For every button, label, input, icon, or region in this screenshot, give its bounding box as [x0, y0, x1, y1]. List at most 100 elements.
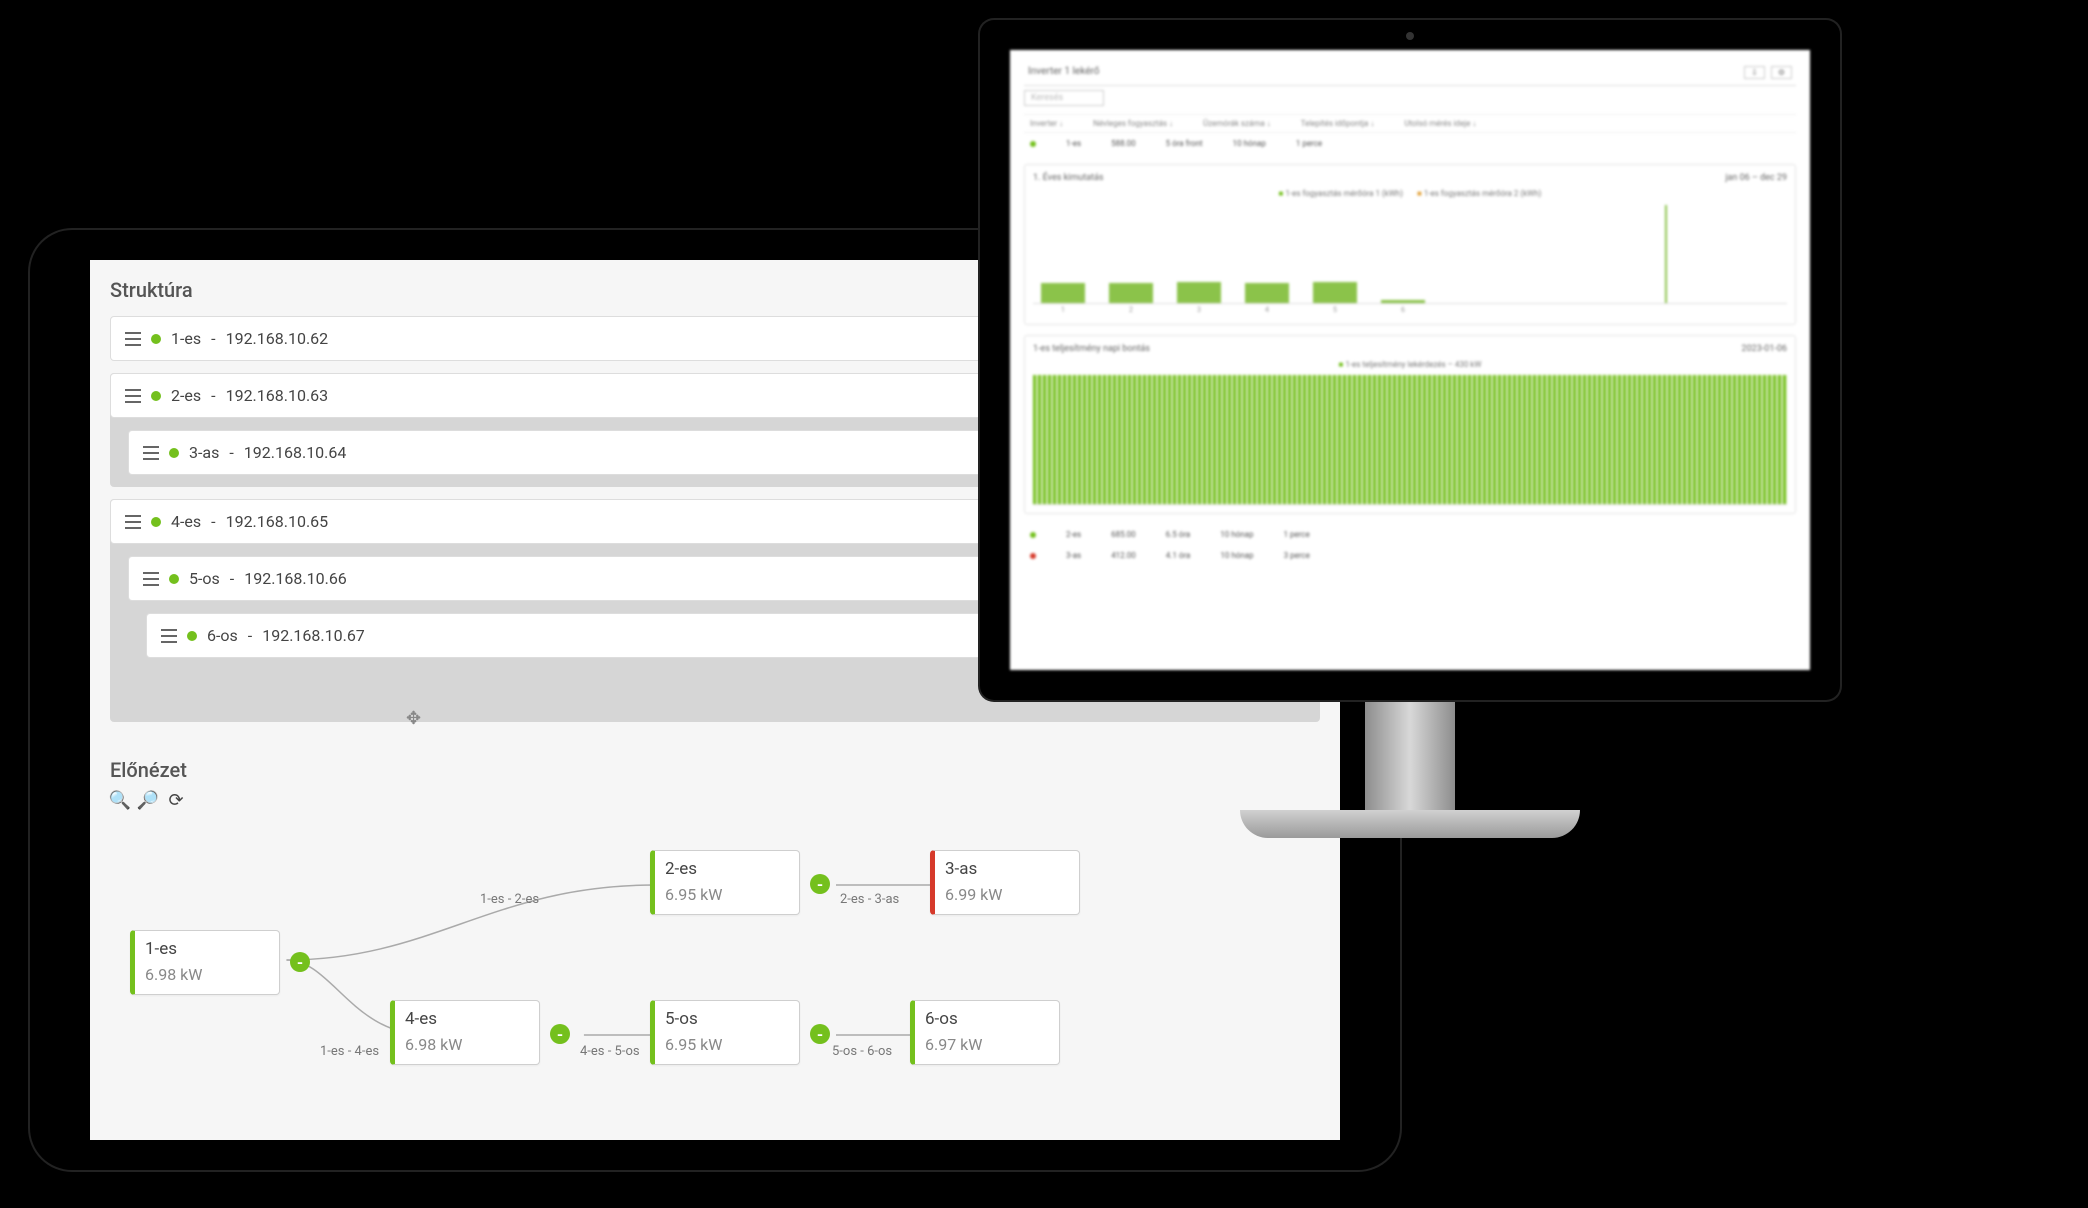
diagram-node-2es[interactable]: 2-es 6.95 kW — [650, 850, 800, 915]
status-dot-icon — [187, 631, 197, 641]
chart-legend: 1-es teljesítmény lekérdezés – 430 kW — [1033, 360, 1787, 369]
cell: 3 perce — [1284, 551, 1310, 560]
monitor-screen: Inverter 1 lekérő ⇩ ⚙ Keresés Inverter ↓… — [1010, 50, 1810, 670]
status-dot-icon — [151, 517, 161, 527]
node-title: 5-os — [665, 1009, 785, 1029]
camera-dot-icon — [1406, 32, 1414, 40]
diagram-node-6os[interactable]: 6-os 6.97 kW — [910, 1000, 1060, 1065]
col[interactable]: Inverter ↓ — [1030, 119, 1063, 128]
cell: 5 óra front — [1166, 139, 1203, 148]
node-value: 6.95 kW — [665, 885, 785, 904]
legend-item: 1-es teljesítmény lekérdezés – 430 kW — [1339, 360, 1482, 369]
dash: - — [229, 443, 233, 462]
chart-card-daily: 1-es teljesítmény napi bontás 2023-01-06… — [1024, 335, 1796, 514]
edge-label: 4-es - 5-os — [580, 1044, 640, 1059]
bar-chart — [1033, 204, 1787, 304]
chart-range: 2023-01-06 — [1742, 344, 1787, 354]
node-title: 6-os — [925, 1009, 1045, 1029]
structure-row-name: 2-es — [171, 386, 201, 405]
structure-row-ip: 192.168.10.65 — [226, 512, 329, 531]
page-header: Inverter 1 lekérő ⇩ ⚙ — [1024, 64, 1796, 86]
drag-handle-icon[interactable] — [125, 332, 141, 346]
table-row[interactable]: 2-es 685.00 6.5 óra 10 hónap 1 perce — [1024, 524, 1796, 545]
chart-card-yearly: 1. Éves kimutatás jan 06 – dec 29 1-es f… — [1024, 164, 1796, 325]
cell: 2-es — [1066, 530, 1081, 539]
bar — [1177, 282, 1221, 303]
preview-diagram[interactable]: 1-es 6.98 kW - 2-es 6.95 kW - 3-as 6.99 … — [110, 830, 1320, 1130]
structure-row-name: 6-os — [207, 626, 238, 645]
diagram-node-5os[interactable]: 5-os 6.95 kW — [650, 1000, 800, 1065]
node-value: 6.98 kW — [405, 1035, 525, 1054]
cell: 1-es — [1066, 139, 1081, 148]
cell: 6.5 óra — [1166, 530, 1191, 539]
drag-handle-icon[interactable] — [125, 515, 141, 529]
connector-dot-icon[interactable]: - — [290, 952, 310, 972]
chart-range: jan 06 – dec 29 — [1725, 173, 1787, 183]
table-row[interactable]: 3-as 412.00 4.1 óra 10 hónap 3 perce — [1024, 545, 1796, 566]
drag-handle-icon[interactable] — [161, 629, 177, 643]
settings-button[interactable]: ⚙ — [1771, 66, 1792, 79]
monitor-base — [1240, 810, 1580, 838]
line-chart — [1033, 375, 1787, 505]
chart-title: 1. Éves kimutatás — [1033, 173, 1104, 183]
cell: 3-as — [1066, 551, 1081, 560]
cell: 10 hónap — [1220, 530, 1253, 539]
table-row[interactable]: 1-es 588.00 5 óra front 10 hónap 1 perce — [1024, 133, 1796, 154]
status-dot-icon — [151, 391, 161, 401]
connector-dot-icon[interactable]: - — [810, 1024, 830, 1044]
status-dot-icon — [151, 334, 161, 344]
node-title: 3-as — [945, 859, 1065, 879]
structure-row-ip: 192.168.10.67 — [262, 626, 365, 645]
move-cursor-icon: ✥ — [406, 708, 421, 729]
connector-dot-icon[interactable]: - — [550, 1024, 570, 1044]
dash: - — [230, 569, 234, 588]
drag-handle-icon[interactable] — [143, 572, 159, 586]
structure-row-ip: 192.168.10.64 — [244, 443, 347, 462]
structure-row-name: 1-es — [171, 329, 201, 348]
legend-item: 1-es fogyasztás mérőóra 2 (kWh) — [1417, 189, 1541, 198]
diagram-node-4es[interactable]: 4-es 6.98 kW — [390, 1000, 540, 1065]
reset-icon[interactable]: ⟳ — [166, 790, 186, 810]
bar — [1245, 283, 1289, 303]
cell: 588.00 — [1111, 139, 1136, 148]
cell: 1 perce — [1296, 139, 1322, 148]
connector-dot-icon[interactable]: - — [810, 874, 830, 894]
monitor-neck — [1365, 700, 1455, 810]
node-title: 2-es — [665, 859, 785, 879]
col[interactable]: Névleges fogyasztás ↓ — [1093, 119, 1173, 128]
col[interactable]: Telepítés időpontja ↓ — [1301, 119, 1375, 128]
zoom-out-icon[interactable]: 🔎 — [138, 790, 158, 810]
drag-handle-icon[interactable] — [143, 446, 159, 460]
dash: - — [211, 329, 215, 348]
chart-legend: 1-es fogyasztás mérőóra 1 (kWh) 1-es fog… — [1033, 189, 1787, 198]
col[interactable]: Utolsó mérés ideje ↓ — [1404, 119, 1476, 128]
monitor-bezel: Inverter 1 lekérő ⇩ ⚙ Keresés Inverter ↓… — [980, 20, 1840, 700]
col[interactable]: Üzemórák száma ↓ — [1203, 119, 1271, 128]
header-actions: ⇩ ⚙ — [1744, 66, 1792, 79]
page-title: Inverter 1 lekérő — [1028, 66, 1100, 79]
bar — [1041, 283, 1085, 303]
cell: 1 perce — [1283, 530, 1309, 539]
export-button[interactable]: ⇩ — [1744, 66, 1765, 79]
cell: 412.00 — [1111, 551, 1136, 560]
node-title: 4-es — [405, 1009, 525, 1029]
bar — [1109, 283, 1153, 303]
edge-label: 1-es - 2-es — [480, 892, 539, 907]
cell: 10 hónap — [1233, 139, 1266, 148]
zoom-in-icon[interactable]: 🔍 — [110, 790, 130, 810]
structure-row-ip: 192.168.10.66 — [244, 569, 347, 588]
status-dot-icon — [169, 574, 179, 584]
status-dot-icon — [1030, 553, 1036, 559]
monitor-device: Inverter 1 lekérő ⇩ ⚙ Keresés Inverter ↓… — [980, 20, 1840, 860]
search-input[interactable]: Keresés — [1024, 90, 1104, 106]
structure-row-name: 3-as — [189, 443, 219, 462]
node-value: 6.95 kW — [665, 1035, 785, 1054]
node-value: 6.99 kW — [945, 885, 1065, 904]
drag-handle-icon[interactable] — [125, 389, 141, 403]
dash: - — [211, 386, 215, 405]
bar — [1381, 300, 1425, 303]
dash: - — [248, 626, 252, 645]
diagram-node-1es[interactable]: 1-es 6.98 kW — [130, 930, 280, 995]
chart-title: 1-es teljesítmény napi bontás — [1033, 344, 1150, 354]
node-value: 6.97 kW — [925, 1035, 1045, 1054]
